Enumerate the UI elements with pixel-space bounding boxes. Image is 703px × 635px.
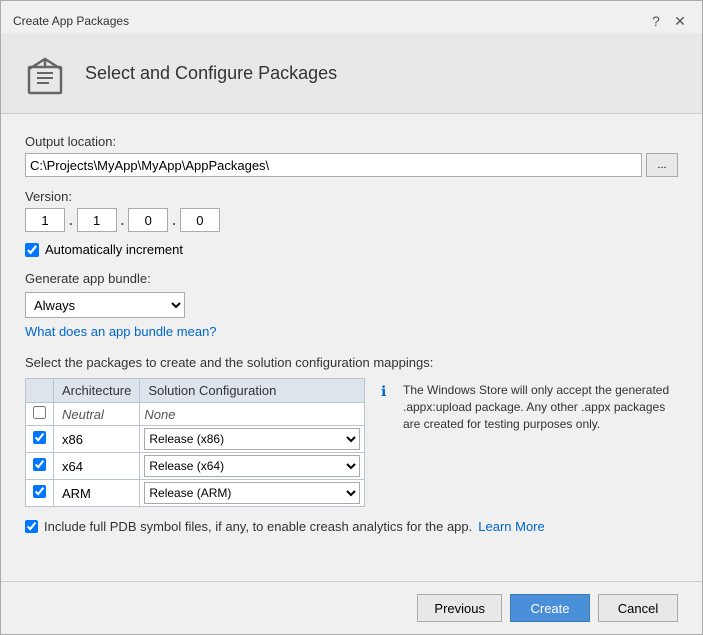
table-row: x64 Release (x86) Release (x64) Debug (x… [26, 453, 365, 480]
pdb-label[interactable]: Include full PDB symbol files, if any, t… [44, 519, 472, 534]
row-config-neutral: None [140, 403, 365, 426]
table-row: ARM Release (x86) Release (x64) Release … [26, 480, 365, 507]
packages-table-container: Architecture Solution Configuration Neut… [25, 378, 365, 507]
packages-table: Architecture Solution Configuration Neut… [25, 378, 365, 507]
content-area: Output location: ... Version: . . . Auto… [1, 114, 702, 581]
output-location-input[interactable] [25, 153, 642, 177]
row-config-x86-select[interactable]: Release (x86) Debug (x86) [144, 428, 360, 450]
table-row: Neutral None [26, 403, 365, 426]
info-text: The Windows Store will only accept the g… [403, 382, 678, 432]
packages-area: Architecture Solution Configuration Neut… [25, 378, 678, 507]
dialog-title: Create App Packages [13, 14, 129, 28]
pdb-checkbox[interactable] [25, 520, 38, 533]
version-v3[interactable] [128, 208, 168, 232]
row-config-arm-select[interactable]: Release (x86) Release (x64) Release (ARM… [144, 482, 360, 504]
version-v1[interactable] [25, 208, 65, 232]
bundle-link[interactable]: What does an app bundle mean? [25, 324, 217, 339]
browse-button[interactable]: ... [646, 153, 678, 177]
version-section: Version: . . . [25, 189, 678, 232]
version-v2[interactable] [77, 208, 117, 232]
row-checkbox-cell [26, 480, 54, 507]
row-config-x86: Release (x86) Debug (x86) [140, 426, 365, 453]
table-row: x86 Release (x86) Debug (x86) [26, 426, 365, 453]
row-arch-x64: x64 [54, 453, 140, 480]
row-x64-checkbox[interactable] [33, 458, 46, 471]
output-location-row: ... [25, 153, 678, 177]
title-bar: Create App Packages ? ✕ [1, 1, 702, 33]
row-arch-arm: ARM [54, 480, 140, 507]
info-icon: ℹ [381, 383, 397, 399]
pdb-row: Include full PDB symbol files, if any, t… [25, 519, 678, 534]
help-button[interactable]: ? [646, 11, 666, 31]
row-neutral-checkbox[interactable] [33, 406, 46, 419]
package-icon [21, 49, 69, 97]
output-location-label: Output location: [25, 134, 678, 149]
col-header-arch: Architecture [54, 379, 140, 403]
header-section: Select and Configure Packages [1, 33, 702, 114]
auto-increment-label[interactable]: Automatically increment [45, 242, 183, 257]
auto-increment-row: Automatically increment [25, 242, 678, 257]
row-arm-checkbox[interactable] [33, 485, 46, 498]
col-header-config: Solution Configuration [140, 379, 365, 403]
row-checkbox-cell [26, 426, 54, 453]
packages-label: Select the packages to create and the so… [25, 355, 678, 370]
col-header-checkbox [26, 379, 54, 403]
version-v4[interactable] [180, 208, 220, 232]
row-arch-neutral: Neutral [54, 403, 140, 426]
version-inputs: . . . [25, 208, 678, 232]
version-label: Version: [25, 189, 678, 204]
title-bar-buttons: ? ✕ [646, 11, 690, 31]
row-checkbox-cell [26, 453, 54, 480]
row-config-arm: Release (x86) Release (x64) Release (ARM… [140, 480, 365, 507]
row-x86-checkbox[interactable] [33, 431, 46, 444]
generate-bundle-row: Always If needed Never [25, 292, 678, 318]
create-app-packages-dialog: Create App Packages ? ✕ Select and Confi… [0, 0, 703, 635]
info-box: ℹ The Windows Store will only accept the… [381, 378, 678, 432]
cancel-button[interactable]: Cancel [598, 594, 678, 622]
row-config-x64-select[interactable]: Release (x86) Release (x64) Debug (x64) [144, 455, 360, 477]
row-arch-x86: x86 [54, 426, 140, 453]
previous-button[interactable]: Previous [417, 594, 502, 622]
row-checkbox-cell [26, 403, 54, 426]
create-button[interactable]: Create [510, 594, 590, 622]
row-config-x64: Release (x86) Release (x64) Debug (x64) [140, 453, 365, 480]
generate-bundle-label: Generate app bundle: [25, 271, 678, 286]
footer: Previous Create Cancel [1, 581, 702, 634]
pdb-learn-more-link[interactable]: Learn More [478, 519, 544, 534]
generate-bundle-select[interactable]: Always If needed Never [25, 292, 185, 318]
packages-section: Select the packages to create and the so… [25, 355, 678, 507]
auto-increment-checkbox[interactable] [25, 243, 39, 257]
header-title: Select and Configure Packages [85, 63, 337, 84]
close-button[interactable]: ✕ [670, 11, 690, 31]
